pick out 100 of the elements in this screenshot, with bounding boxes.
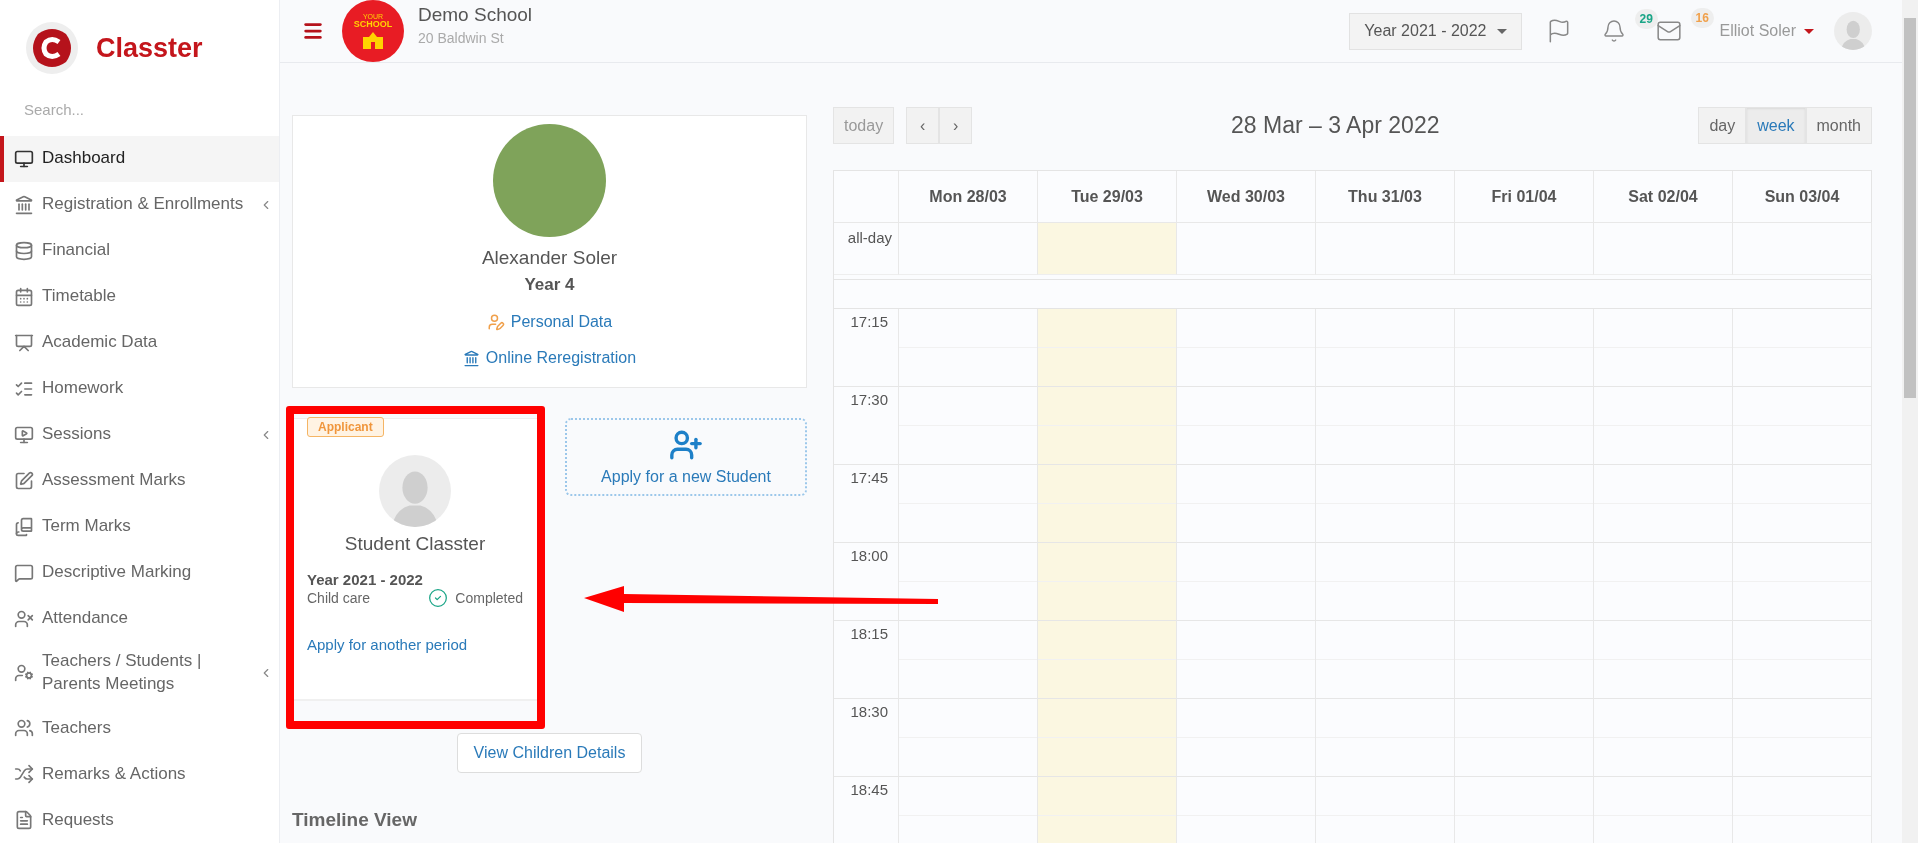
time-slot[interactable] (1176, 309, 1315, 387)
time-label: 18:15 (834, 621, 898, 699)
time-slot[interactable] (898, 309, 1037, 387)
time-slot[interactable] (1176, 387, 1315, 465)
search-field[interactable]: Search... (24, 94, 279, 124)
time-slot[interactable] (1454, 465, 1593, 543)
time-slot[interactable] (1037, 777, 1176, 843)
time-slot[interactable] (1454, 621, 1593, 699)
notifications-button[interactable] (1601, 19, 1626, 43)
time-slot[interactable] (1037, 309, 1176, 387)
check-circle-icon (428, 588, 449, 608)
sidebar-item[interactable]: Registration & Enrollments (0, 181, 279, 228)
school-year: Year 2021 - 2022 (307, 571, 424, 588)
time-slot[interactable] (1593, 465, 1732, 543)
screen-user-icon (14, 424, 34, 445)
time-slot[interactable] (898, 543, 1037, 621)
users-icon (14, 718, 34, 738)
previous-button[interactable]: ‹ (906, 107, 940, 144)
sidebar-item[interactable]: Homework (0, 365, 279, 412)
time-slot[interactable] (1454, 699, 1593, 777)
sidebar-item[interactable]: Requests (0, 797, 279, 843)
sidebar-item[interactable]: Teachers / Students | Parents Meetings (0, 641, 279, 705)
time-slot[interactable] (1454, 309, 1593, 387)
sidebar-item[interactable]: Financial (0, 227, 279, 274)
next-button[interactable]: › (939, 107, 973, 144)
student-name: Alexander Soler (481, 247, 618, 269)
brand-logo-icon (24, 20, 80, 77)
time-slot[interactable] (1454, 777, 1593, 843)
time-slot[interactable] (1593, 699, 1732, 777)
time-slot[interactable] (1037, 387, 1176, 465)
user-avatar (1834, 12, 1872, 50)
notification-count: 29 (1634, 9, 1658, 29)
sidebar-item[interactable]: Academic Data (0, 319, 279, 366)
user-gear-icon (14, 663, 34, 684)
time-slot[interactable] (1732, 387, 1871, 465)
sidebar-item[interactable]: Attendance (0, 595, 279, 642)
time-slot[interactable] (1315, 309, 1454, 387)
time-slot[interactable] (1732, 777, 1871, 843)
presentation-icon (14, 332, 34, 353)
student-link[interactable]: Online Reregistration (462, 343, 637, 373)
sidebar-item[interactable]: Descriptive Marking (0, 549, 279, 596)
time-slot[interactable] (1315, 465, 1454, 543)
time-slot[interactable] (898, 387, 1037, 465)
sidebar-item[interactable]: Assessment Marks (0, 457, 279, 504)
time-slot[interactable] (898, 699, 1037, 777)
time-label: 18:30 (834, 699, 898, 777)
time-slot[interactable] (1315, 621, 1454, 699)
time-label: 18:45 (834, 777, 898, 843)
time-slot[interactable] (1176, 465, 1315, 543)
section-title: Timeline View (292, 809, 418, 831)
time-slot[interactable] (1454, 543, 1593, 621)
sidebar-item[interactable]: Dashboard (0, 135, 279, 182)
time-slot[interactable] (1176, 621, 1315, 699)
time-slot[interactable] (1315, 387, 1454, 465)
time-slot[interactable] (1454, 387, 1593, 465)
time-slot[interactable] (1732, 543, 1871, 621)
time-slot[interactable] (1037, 621, 1176, 699)
view-tab[interactable]: day (1698, 107, 1747, 144)
view-tab[interactable]: month (1805, 107, 1872, 144)
time-slot[interactable] (1037, 699, 1176, 777)
time-slot[interactable] (1176, 777, 1315, 843)
time-slot[interactable] (898, 465, 1037, 543)
view-children-details-button[interactable]: View Children Details (456, 733, 643, 773)
calendar-icon (14, 286, 34, 307)
time-slot[interactable] (1593, 543, 1732, 621)
day-header: Mon 28/03 (898, 171, 1037, 223)
student-link[interactable]: Personal Data (486, 307, 613, 337)
time-slot[interactable] (1732, 621, 1871, 699)
time-slot[interactable] (1315, 777, 1454, 843)
comment-icon (14, 562, 34, 583)
sidebar-item[interactable]: Remarks & Actions (0, 751, 279, 797)
time-slot[interactable] (898, 621, 1037, 699)
apply-new-student-button[interactable]: Apply for a new Student (565, 418, 807, 496)
time-slot[interactable] (1037, 465, 1176, 543)
sidebar-item[interactable]: Teachers (0, 705, 279, 751)
day-header: Fri 01/04 (1454, 171, 1593, 223)
time-slot[interactable] (1732, 465, 1871, 543)
time-slot[interactable] (1593, 387, 1732, 465)
message-count: 16 (1690, 8, 1714, 28)
sidebar-item[interactable]: Sessions (0, 411, 279, 458)
time-slot[interactable] (898, 777, 1037, 843)
scrollbar[interactable] (1902, 0, 1918, 843)
time-slot[interactable] (1732, 309, 1871, 387)
time-slot[interactable] (1315, 543, 1454, 621)
time-slot[interactable] (1176, 699, 1315, 777)
sidebar-item[interactable]: Timetable (0, 273, 279, 320)
time-slot[interactable] (1037, 543, 1176, 621)
sidebar-item[interactable]: Term Marks (0, 503, 279, 550)
year-dropdown[interactable]: Year 2021 - 2022 (1349, 12, 1522, 50)
time-slot[interactable] (1593, 621, 1732, 699)
school-name: Demo School (418, 4, 533, 26)
time-label: 17:15 (834, 309, 898, 387)
time-slot[interactable] (1593, 777, 1732, 843)
day-header: Thu 31/03 (1315, 171, 1454, 223)
view-tab[interactable]: week (1746, 107, 1806, 144)
time-slot[interactable] (1176, 543, 1315, 621)
apply-period-link[interactable]: Apply for another period (307, 636, 524, 653)
time-slot[interactable] (1315, 699, 1454, 777)
time-slot[interactable] (1593, 309, 1732, 387)
time-slot[interactable] (1732, 699, 1871, 777)
